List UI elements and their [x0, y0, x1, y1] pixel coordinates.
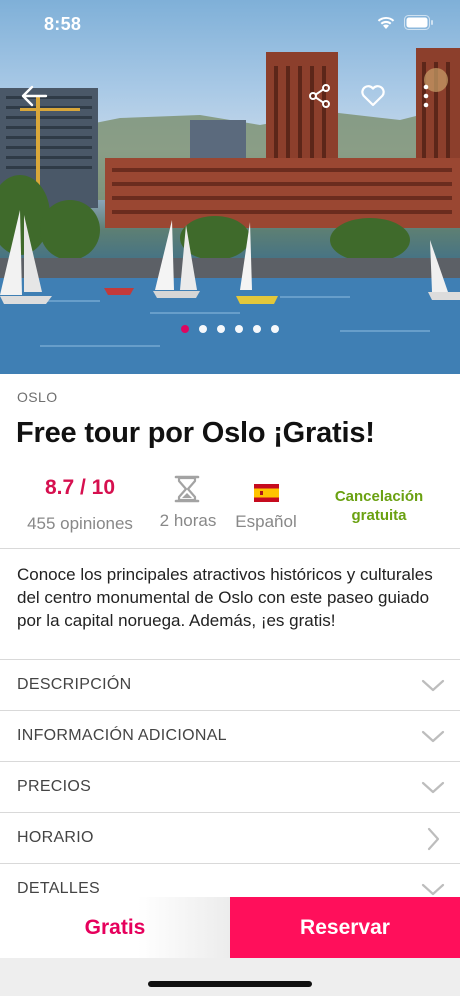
- home-indicator[interactable]: [148, 981, 312, 987]
- section-label: INFORMACIÓN ADICIONAL: [17, 727, 227, 744]
- battery-icon: [404, 15, 433, 30]
- page-title: Free tour por Oslo ¡Gratis!: [16, 417, 375, 449]
- section-label: PRECIOS: [17, 778, 92, 795]
- book-button-label: Reservar: [300, 915, 390, 939]
- gallery-pagination[interactable]: [0, 325, 460, 333]
- duration-text: 2 horas: [159, 511, 217, 530]
- section-prices[interactable]: PRECIOS: [0, 762, 460, 813]
- favorite-button[interactable]: [355, 78, 391, 114]
- share-button[interactable]: [302, 78, 338, 114]
- booking-bar: Gratis Reservar: [0, 897, 460, 958]
- pagination-dot[interactable]: [235, 325, 243, 333]
- book-button[interactable]: Reservar: [230, 897, 460, 958]
- back-button[interactable]: [16, 78, 52, 114]
- share-icon: [309, 84, 330, 108]
- divider: [0, 548, 460, 549]
- pagination-dot-active[interactable]: [181, 325, 189, 333]
- section-schedule[interactable]: HORARIO: [0, 813, 460, 864]
- status-bar: 8:58: [0, 0, 460, 50]
- price-text: Gratis: [84, 915, 146, 939]
- chevron-down-icon: [421, 781, 445, 794]
- pagination-dot[interactable]: [253, 325, 261, 333]
- free-cancellation-badge: Cancelación gratuita: [334, 488, 424, 524]
- tour-stats: 8.7 / 10 455 opiniones 2 horas Español C…: [0, 470, 460, 540]
- spain-flag-icon: [254, 484, 279, 502]
- language-text: Español: [235, 512, 297, 531]
- more-options-button[interactable]: [408, 78, 444, 114]
- chevron-right-icon: [427, 827, 440, 851]
- hourglass-icon: [174, 475, 200, 503]
- reviews-count[interactable]: 455 opiniones: [0, 514, 160, 534]
- section-description[interactable]: DESCRIPCIÓN: [0, 660, 460, 711]
- section-label: HORARIO: [17, 829, 94, 846]
- tour-summary: Conoce los principales atractivos histór…: [17, 565, 433, 630]
- more-vertical-icon: [423, 84, 429, 108]
- section-label: DESCRIPCIÓN: [17, 676, 132, 693]
- rating-score[interactable]: 8.7 / 10: [0, 476, 160, 500]
- hero-gallery[interactable]: 8:58: [0, 0, 460, 374]
- hero-image: [0, 48, 460, 374]
- pagination-dot[interactable]: [217, 325, 225, 333]
- chevron-down-icon: [421, 679, 445, 692]
- chevron-down-icon: [421, 730, 445, 743]
- pagination-dot[interactable]: [271, 325, 279, 333]
- home-indicator-area: [0, 958, 460, 996]
- arrow-left-icon: [21, 85, 48, 107]
- wifi-icon: [377, 16, 395, 29]
- status-icons: [376, 15, 434, 30]
- heart-icon: [361, 85, 385, 107]
- pagination-dot[interactable]: [199, 325, 207, 333]
- section-additional-info[interactable]: INFORMACIÓN ADICIONAL: [0, 711, 460, 762]
- status-time: 8:58: [44, 14, 82, 34]
- section-label: DETALLES: [17, 880, 101, 897]
- city-label: OSLO: [17, 389, 58, 405]
- price-box: Gratis: [0, 897, 230, 958]
